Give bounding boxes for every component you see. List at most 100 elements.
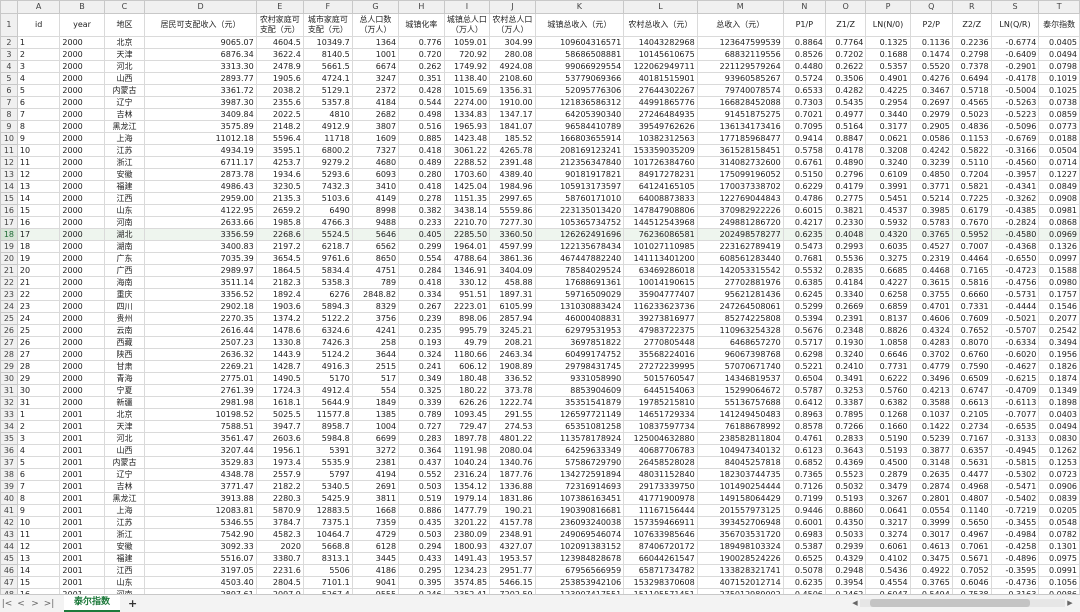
table-cell[interactable]: 105913173597 <box>534 180 625 193</box>
table-cell[interactable]: 2038.2 <box>255 84 304 97</box>
table-cell[interactable]: 吉林 <box>103 480 146 493</box>
table-cell[interactable]: 7359 <box>351 516 400 529</box>
row-header[interactable]: 12 <box>0 156 18 169</box>
table-cell[interactable]: 4241 <box>351 324 400 337</box>
table-cell[interactable]: 0.5221 <box>782 360 826 373</box>
table-cell[interactable]: 126597721149 <box>534 408 625 421</box>
table-cell[interactable]: 0.0494 <box>1038 48 1080 61</box>
table-cell[interactable]: 甘肃 <box>103 360 146 373</box>
table-cell[interactable]: 107633985646 <box>623 528 698 541</box>
table-cell[interactable]: 0.433 <box>398 552 445 565</box>
table-cell[interactable]: 5870.9 <box>255 504 304 517</box>
table-cell[interactable]: 0.1757 <box>1038 288 1080 301</box>
table-cell[interactable]: 0.3999 <box>909 516 953 529</box>
table-cell[interactable]: -0.6409 <box>990 48 1040 61</box>
table-cell[interactable]: 0.7126 <box>782 480 826 493</box>
table-cell[interactable]: 0.4329 <box>824 552 867 565</box>
table-cell[interactable]: 202498578277 <box>696 228 784 241</box>
table-cell[interactable]: 0.4807 <box>951 492 992 505</box>
table-cell[interactable]: 0.6382 <box>865 396 911 409</box>
table-cell[interactable]: 0.4178 <box>824 144 867 157</box>
first-sheet-button[interactable]: |< <box>0 599 14 609</box>
table-cell[interactable]: 1191.98 <box>443 444 491 457</box>
table-cell[interactable]: 海南 <box>103 276 146 289</box>
table-cell[interactable]: 山西 <box>103 72 146 85</box>
table-cell[interactable]: 1004 <box>351 420 400 433</box>
table-cell[interactable]: 212356347840 <box>534 156 625 169</box>
table-cell[interactable]: 4265.78 <box>489 144 536 157</box>
table-cell[interactable]: 0.5394 <box>782 312 826 325</box>
table-cell[interactable]: 0.5822 <box>951 144 992 157</box>
table-cell[interactable]: 1180.66 <box>443 348 491 361</box>
table-cell[interactable]: 0.325 <box>398 384 445 397</box>
table-cell[interactable]: 0.7609 <box>951 312 992 325</box>
table-cell[interactable]: 26458528028 <box>623 456 698 469</box>
table-cell[interactable]: 3410 <box>351 180 400 193</box>
table-cell[interactable]: 330.12 <box>443 276 491 289</box>
table-cell[interactable]: 0.2077 <box>1038 312 1080 325</box>
table-cell[interactable]: 0.1688 <box>865 48 911 61</box>
table-cell[interactable]: 2848.82 <box>351 288 400 301</box>
table-cell[interactable]: 6800.2 <box>302 144 353 157</box>
table-cell[interactable]: 0.382 <box>398 204 445 217</box>
table-cell[interactable]: 0.2993 <box>824 240 867 253</box>
table-cell[interactable]: 浙江 <box>103 156 146 169</box>
table-cell[interactable]: 内蒙古 <box>103 456 146 469</box>
table-cell[interactable]: 0.5718 <box>951 84 992 97</box>
row-header[interactable]: 8 <box>0 108 18 121</box>
table-cell[interactable]: 0.1898 <box>1038 396 1080 409</box>
table-cell[interactable]: 2000 <box>59 108 105 121</box>
table-cell[interactable]: 3356.52 <box>144 288 257 301</box>
table-cell[interactable]: 2636.32 <box>144 348 257 361</box>
table-cell[interactable]: 0.5473 <box>782 240 826 253</box>
column-header[interactable]: I <box>443 0 491 14</box>
table-cell[interactable]: 0.6983 <box>782 528 826 541</box>
table-cell[interactable]: 166828452088 <box>696 96 784 109</box>
table-cell[interactable]: 0.886 <box>398 504 445 517</box>
table-cell[interactable]: 5025.5 <box>255 408 304 421</box>
table-cell[interactable]: 青海 <box>103 372 146 385</box>
table-cell[interactable]: 2000 <box>59 72 105 85</box>
table-cell[interactable]: 720.92 <box>443 48 491 61</box>
table-cell[interactable]: 江苏 <box>103 516 146 529</box>
row-header[interactable]: 15 <box>0 192 18 205</box>
table-cell[interactable]: 0.2635 <box>909 468 953 481</box>
table-cell[interactable]: 41771900978 <box>623 492 698 505</box>
table-cell[interactable]: 12 <box>16 540 61 553</box>
table-cell[interactable]: 49.79 <box>443 336 491 349</box>
table-cell[interactable]: 0.4477 <box>951 468 992 481</box>
header-cell[interactable]: 总人口数（万人） <box>351 13 400 37</box>
table-cell[interactable]: 0.0586 <box>909 132 953 145</box>
table-cell[interactable]: 0.6035 <box>865 240 911 253</box>
table-cell[interactable]: 重庆 <box>103 288 146 301</box>
table-cell[interactable]: 2000 <box>59 384 105 397</box>
table-cell[interactable]: 0.2835 <box>824 264 867 277</box>
row-header[interactable]: 11 <box>0 144 18 157</box>
table-cell[interactable]: 11718 <box>302 132 353 145</box>
table-cell[interactable]: 46000408831 <box>534 312 625 325</box>
table-cell[interactable]: 0.1325 <box>865 36 911 49</box>
table-cell[interactable]: 304.99 <box>489 36 536 49</box>
row-header[interactable]: 36 <box>0 444 18 457</box>
table-cell[interactable]: 5122.2 <box>302 312 353 325</box>
table-cell[interactable]: 2804.5 <box>255 576 304 589</box>
table-cell[interactable]: 0.5023 <box>951 108 992 121</box>
table-cell[interactable]: 0.7202 <box>824 48 867 61</box>
table-cell[interactable]: -0.3455 <box>990 516 1040 529</box>
table-cell[interactable]: 0.8526 <box>782 48 826 61</box>
table-cell[interactable]: 22 <box>16 288 61 301</box>
table-cell[interactable]: 2000 <box>59 372 105 385</box>
table-cell[interactable]: 3 <box>16 60 61 73</box>
table-cell[interactable]: 2001 <box>59 492 105 505</box>
table-cell[interactable]: 3409.84 <box>144 108 257 121</box>
table-cell[interactable]: 3201.22 <box>443 516 491 529</box>
table-cell[interactable]: 0.6298 <box>782 348 826 361</box>
table-cell[interactable]: 458.88 <box>489 276 536 289</box>
table-cell[interactable]: 91451875275 <box>696 108 784 121</box>
table-cell[interactable]: 55136757688 <box>696 396 784 409</box>
table-cell[interactable]: 4912.9 <box>302 120 353 133</box>
table-cell[interactable]: 0.2330 <box>824 216 867 229</box>
scroll-left-icon[interactable]: ◀ <box>850 599 860 607</box>
table-cell[interactable]: 3622.4 <box>255 48 304 61</box>
table-cell[interactable]: 606.12 <box>443 360 491 373</box>
